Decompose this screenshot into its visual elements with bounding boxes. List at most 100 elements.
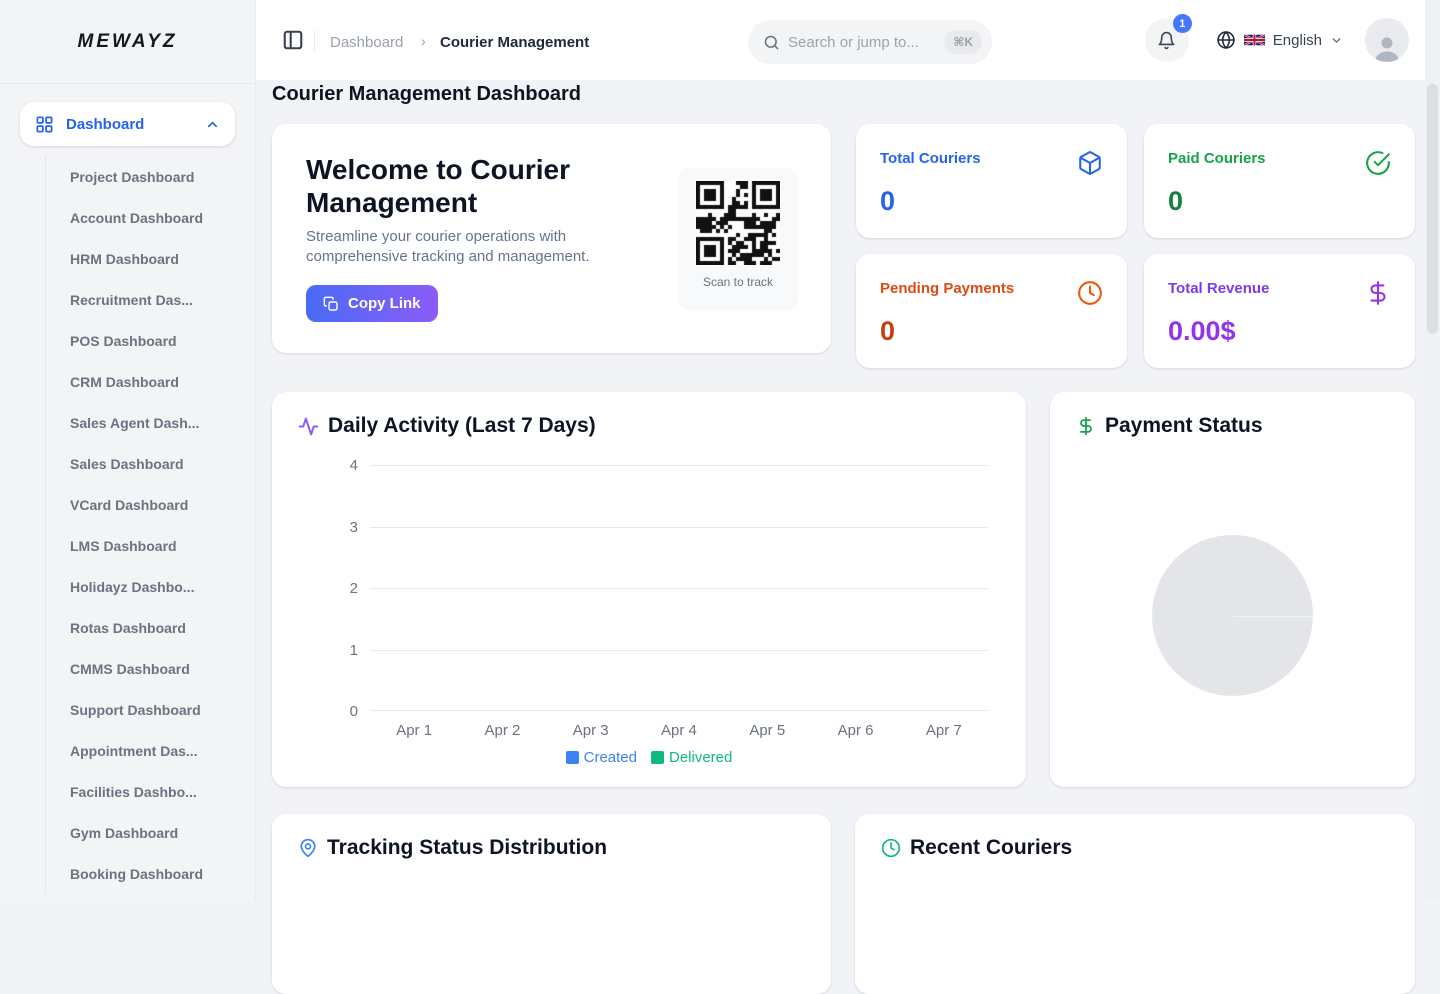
x-tick-label: Apr 6 [811,722,899,739]
daily-activity-card: Daily Activity (Last 7 Days) 0 1 2 3 4 Apr 1… [272,392,1026,787]
sidebar-item-project-dashboard[interactable]: Project Dashboard [70,156,235,197]
qr-code [696,181,780,265]
dollar-icon [1365,280,1391,306]
legend-item-delivered[interactable]: Delivered [651,749,732,766]
sidebar-item-hrm-dashboard[interactable]: HRM Dashboard [70,238,235,279]
chevron-up-icon [205,117,220,132]
tracking-title: Tracking Status Distribution [327,836,607,860]
notifications-button[interactable]: 1 [1145,18,1189,62]
legend-item-created[interactable]: Created [566,749,637,766]
clock-icon [881,838,901,858]
sidebar-item-crm-dashboard[interactable]: CRM Dashboard [70,361,235,402]
stat-label: Total Couriers [880,150,981,167]
uk-flag-icon [1244,33,1265,47]
daily-activity-title: Daily Activity (Last 7 Days) [328,414,596,438]
stat-value: 0 [880,186,1103,217]
y-tick-label: 0 [350,703,358,720]
legend-swatch [651,751,664,764]
sidebar-item-rotas-dashboard[interactable]: Rotas Dashboard [70,607,235,648]
copy-link-button[interactable]: Copy Link [306,285,438,322]
legend-swatch [566,751,579,764]
search-box[interactable]: ⌘K [748,20,992,64]
gridline [370,710,988,711]
y-tick-label: 2 [350,580,358,597]
x-tick-label: Apr 4 [635,722,723,739]
clock-icon [1077,280,1103,306]
y-tick-label: 3 [350,519,358,536]
y-tick-label: 4 [350,457,358,474]
sidebar-item-vcard-dashboard[interactable]: VCard Dashboard [70,484,235,525]
x-tick-label: Apr 7 [900,722,988,739]
stat-card-total-couriers: Total Couriers 0 [856,124,1127,238]
sidebar-item-recruitment-das[interactable]: Recruitment Das... [70,279,235,320]
welcome-card: Welcome to Courier Management Streamline… [272,124,831,353]
stat-value: 0.00$ [1168,316,1391,347]
sidebar-item-sales-agent-dash[interactable]: Sales Agent Dash... [70,402,235,443]
daily-activity-chart [370,465,988,711]
activity-icon [298,416,319,437]
sidebar-item-dashboard[interactable]: Dashboard [20,102,235,146]
sidebar-item-booking-dashboard[interactable]: Booking Dashboard [70,853,235,894]
copy-link-label: Copy Link [348,295,421,312]
sidebar-item-cmms-dashboard[interactable]: CMMS Dashboard [70,648,235,689]
sidebar-item-sales-dashboard[interactable]: Sales Dashboard [70,443,235,484]
sidebar-toggle-icon[interactable] [282,29,304,51]
top-header: Dashboard › Courier Management ⌘K 1 Engl… [256,0,1425,80]
user-avatar[interactable] [1365,18,1409,62]
tracking-status-card: Tracking Status Distribution [272,814,831,994]
scrollbar-thumb[interactable] [1427,84,1438,334]
stat-label: Paid Couriers [1168,150,1266,167]
x-axis-labels: Apr 1Apr 2Apr 3Apr 4Apr 5Apr 6Apr 7 [370,722,988,739]
stat-card-paid-couriers: Paid Couriers 0 [1144,124,1415,238]
sidebar-item-appointment-das[interactable]: Appointment Das... [70,730,235,771]
sidebar-item-lms-dashboard[interactable]: LMS Dashboard [70,525,235,566]
divider [314,30,315,51]
sidebar-item-list: Project DashboardAccount DashboardHRM Da… [45,156,235,894]
logo-box: MEWAYZ [0,0,255,84]
breadcrumb-current: Courier Management [440,34,589,51]
qr-caption: Scan to track [703,275,773,289]
x-tick-label: Apr 3 [547,722,635,739]
sidebar-item-gym-dashboard[interactable]: Gym Dashboard [70,812,235,853]
sidebar-item-facilities-dashbo[interactable]: Facilities Dashbo... [70,771,235,812]
payment-status-card: Payment Status [1050,392,1415,787]
welcome-subtitle: Streamline your courier operations with … [306,227,636,267]
qr-panel: Scan to track [678,168,798,310]
dollar-icon [1076,416,1096,436]
x-tick-label: Apr 5 [723,722,811,739]
stat-card-pending-payments: Pending Payments 0 [856,254,1127,368]
breadcrumb-root[interactable]: Dashboard [330,34,403,51]
copy-icon [323,296,339,312]
package-icon [1077,150,1103,176]
welcome-title: Welcome to Courier Management [306,153,656,219]
gridline [370,650,988,651]
pie-seam [1233,616,1314,617]
sidebar-item-holidayz-dashbo[interactable]: Holidayz Dashbo... [70,566,235,607]
sidebar: MEWAYZ Dashboard Project DashboardAccoun… [0,0,256,900]
sidebar-item-support-dashboard[interactable]: Support Dashboard [70,689,235,730]
page-title: Courier Management Dashboard [272,83,581,106]
search-input[interactable] [788,34,918,51]
grid-icon [35,115,54,134]
sidebar-item-pos-dashboard[interactable]: POS Dashboard [70,320,235,361]
gridline [370,465,988,466]
app-logo: MEWAYZ [78,31,178,53]
header-actions: 1 English [1145,18,1409,62]
sidebar-nav: Dashboard Project DashboardAccount Dashb… [0,84,255,894]
chevron-down-icon [1330,34,1343,47]
recent-couriers-title: Recent Couriers [910,836,1072,860]
payment-status-pie-empty [1152,535,1313,696]
check-circle-icon [1365,150,1391,176]
chart-legend: Created Delivered [272,749,1026,766]
map-pin-icon [298,838,318,858]
page-scrollbar [1425,0,1440,900]
sidebar-item-account-dashboard[interactable]: Account Dashboard [70,197,235,238]
sidebar-section-label: Dashboard [66,116,144,133]
globe-icon [1216,30,1236,50]
y-tick-label: 1 [350,642,358,659]
stat-value: 0 [1168,186,1391,217]
language-switcher[interactable]: English [1216,30,1343,50]
y-axis-labels: 01234 [312,465,358,711]
gridline [370,527,988,528]
main-content: Courier Management Dashboard Welcome to … [256,80,1425,900]
